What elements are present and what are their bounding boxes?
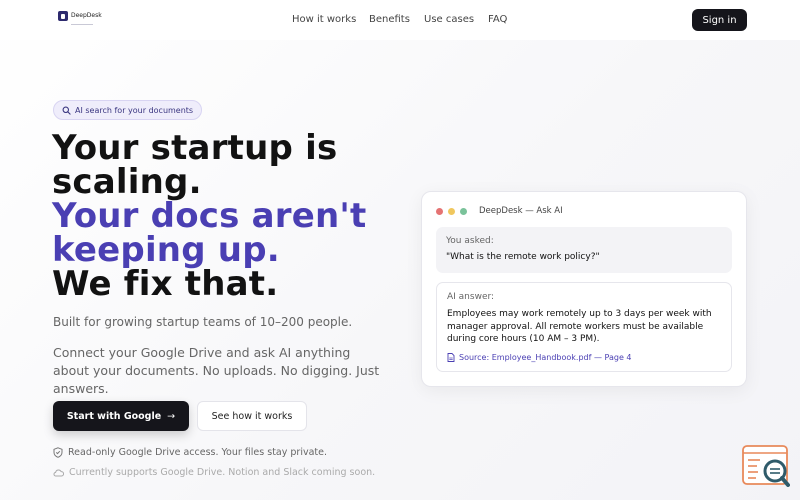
see-how-it-works-button[interactable]: See how it works — [197, 401, 307, 431]
search-icon — [62, 106, 71, 115]
answer-source-text: Source: Employee_Handbook.pdf — Page 4 — [459, 352, 632, 362]
support-note: Currently supports Google Drive. Notion … — [53, 467, 375, 478]
badge-label: AI search for your documents — [75, 105, 194, 115]
window-controls — [436, 208, 472, 215]
privacy-note-text: Read-only Google Drive access. Your file… — [68, 447, 327, 458]
question-label: You asked: — [446, 236, 494, 246]
nav-benefits[interactable]: Benefits — [369, 14, 410, 25]
answer-source-link[interactable]: Source: Employee_Handbook.pdf — Page 4 — [447, 353, 721, 362]
shield-icon — [53, 447, 63, 458]
question-text: "What is the remote work policy?" — [446, 252, 600, 262]
cloud-icon — [53, 469, 64, 477]
logo-mark-icon — [58, 11, 68, 21]
privacy-note: Read-only Google Drive access. Your file… — [53, 447, 327, 458]
support-note-text: Currently supports Google Drive. Notion … — [69, 467, 376, 478]
question-box: You asked: "What is the remote work poli… — [436, 227, 732, 273]
hero-title-line-accent: keeping up. — [52, 230, 280, 270]
nav-use-cases[interactable]: Use cases — [424, 14, 474, 25]
logo-text: DeepDesk — [71, 12, 102, 19]
logo-underline — [71, 24, 93, 25]
hero-title-line-accent: Your docs aren't — [52, 196, 367, 236]
ai-search-badge: AI search for your documents — [53, 100, 203, 120]
arrow-right-icon: → — [167, 410, 176, 422]
top-navbar: DeepDesk How it works Benefits Use cases… — [0, 0, 800, 40]
logo[interactable]: DeepDesk — [58, 11, 102, 21]
answer-text: Employees may work remotely up to 3 days… — [447, 309, 712, 344]
start-with-google-button[interactable]: Start with Google → — [53, 401, 189, 431]
hero-subtitle: Built for growing startup teams of 10–20… — [53, 315, 353, 329]
hero-title-line: We fix that. — [52, 264, 279, 304]
hero-title-line: scaling. — [52, 162, 202, 202]
document-icon — [447, 352, 455, 362]
start-with-google-label: Start with Google — [66, 410, 162, 422]
hero-description: Connect your Google Drive and ask AI any… — [53, 345, 380, 396]
answer-box: AI answer: Employees may work remotely u… — [436, 282, 732, 372]
window-dot-yellow — [448, 208, 455, 215]
nav-faq[interactable]: FAQ — [488, 14, 507, 25]
ask-ai-demo-card: DeepDesk — Ask AI You asked: "What is th… — [421, 191, 747, 387]
nav-how-it-works[interactable]: How it works — [292, 14, 356, 25]
answer-label: AI answer: — [447, 292, 495, 302]
window-dot-green — [460, 208, 467, 215]
search-document-icon[interactable] — [742, 445, 790, 487]
window-dot-red — [436, 208, 443, 215]
sign-in-button[interactable]: Sign in — [692, 9, 747, 31]
hero-title: Your startup is scaling. Your docs aren'… — [52, 131, 366, 301]
hero-title-line: Your startup is — [52, 128, 338, 168]
demo-window-title: DeepDesk — Ask AI — [479, 206, 563, 216]
